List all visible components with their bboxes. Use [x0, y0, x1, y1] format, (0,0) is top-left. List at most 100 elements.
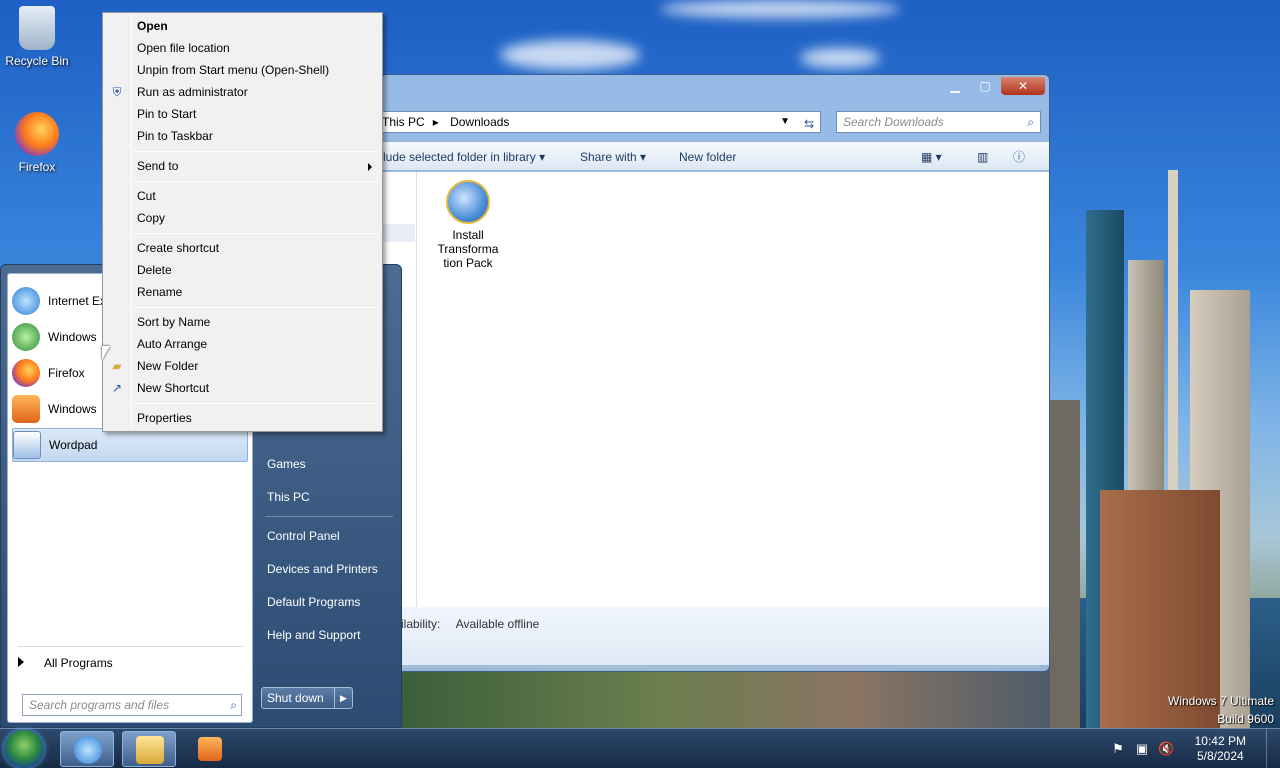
- minimize-button[interactable]: ▁: [941, 77, 969, 95]
- start-link-help-and-support[interactable]: Help and Support: [267, 628, 360, 642]
- desktop-icon-label: Firefox: [18, 160, 56, 174]
- maximize-button[interactable]: ▢: [971, 77, 999, 95]
- command-bar: lude selected folder in library ▾ Share …: [381, 141, 1049, 171]
- network-icon[interactable]: ▣: [1134, 741, 1150, 757]
- menu-separator: [133, 403, 379, 404]
- menu-item-open-file-location[interactable]: Open file location: [137, 41, 230, 55]
- start-button[interactable]: [4, 730, 44, 768]
- file-install-transformation-pack[interactable]: Install Transforma tion Pack: [433, 180, 503, 270]
- divider: [18, 646, 244, 647]
- file-list[interactable]: Install Transforma tion Pack: [381, 172, 1049, 607]
- watermark-edition: Windows 7 Ultimate: [1167, 694, 1274, 708]
- menu-item-unpin-from-start[interactable]: Unpin from Start menu (Open-Shell): [137, 63, 329, 77]
- folder-icon: [136, 736, 164, 764]
- menu-separator: [133, 233, 379, 234]
- menu-item-delete[interactable]: Delete: [137, 263, 172, 277]
- watermark-build: Build 9600: [1217, 712, 1274, 726]
- menu-item-properties[interactable]: Properties: [137, 411, 192, 425]
- start-search-input[interactable]: Search programs and files ⌕: [22, 694, 242, 716]
- shutdown-button[interactable]: Shut down ▶: [261, 687, 353, 709]
- start-item-label: Firefox: [48, 366, 85, 380]
- start-link-games[interactable]: Games: [267, 457, 306, 471]
- taskbar-internet-explorer[interactable]: [60, 731, 114, 767]
- setup-disc-icon: [446, 180, 490, 224]
- availability-value: Available offline: [455, 617, 540, 631]
- start-item-label: Wordpad: [49, 438, 98, 452]
- search-input[interactable]: Search Downloads ⌕: [836, 111, 1041, 133]
- menu-item-auto-arrange[interactable]: Auto Arrange: [137, 337, 207, 351]
- action-center-flag-icon[interactable]: ⚑: [1110, 741, 1126, 757]
- preview-pane-icon[interactable]: ▥: [977, 142, 988, 172]
- view-options-icon[interactable]: ▦ ▾: [921, 142, 942, 172]
- desktop-icon-firefox[interactable]: Firefox: [0, 112, 74, 174]
- details-pane: ilability: Available offline: [381, 607, 1049, 665]
- shutdown-options-arrow-icon[interactable]: ▶: [334, 688, 352, 708]
- building: [1050, 400, 1080, 730]
- wordpad-icon: [13, 431, 41, 459]
- internet-explorer-icon: [12, 287, 40, 315]
- menu-item-pin-to-start[interactable]: Pin to Start: [137, 107, 196, 121]
- start-link-this-pc[interactable]: This PC: [267, 490, 310, 504]
- context-menu: Open Open file location Unpin from Start…: [102, 12, 383, 432]
- breadcrumb-downloads[interactable]: Downloads: [450, 115, 509, 129]
- windows-media-player-icon: [12, 395, 40, 423]
- start-item-label: Internet Ex: [48, 294, 107, 308]
- recycle-bin-icon: [19, 6, 55, 50]
- start-link-default-programs[interactable]: Default Programs: [267, 595, 360, 609]
- menu-item-sort-by-name[interactable]: Sort by Name: [137, 315, 210, 329]
- menu-item-rename[interactable]: Rename: [137, 285, 182, 299]
- start-item-wordpad[interactable]: Wordpad: [12, 428, 248, 462]
- mouse-cursor: [102, 346, 110, 360]
- explorer-window[interactable]: ▁ ▢ ✕ This PC ▸ Downloads ▼ ⇆ Search Down…: [380, 74, 1050, 672]
- include-in-library-button[interactable]: lude selected folder in library ▾: [383, 142, 545, 172]
- menu-item-run-as-administrator[interactable]: Run as administrator: [137, 85, 248, 99]
- taskbar-file-explorer[interactable]: [122, 731, 176, 767]
- search-placeholder: Search Downloads: [843, 115, 944, 129]
- menu-item-new-shortcut[interactable]: New Shortcut: [137, 381, 209, 395]
- window-controls: ▁ ▢ ✕: [939, 77, 1045, 95]
- refresh-icon[interactable]: ⇆: [804, 114, 822, 131]
- cloud: [660, 0, 900, 18]
- start-search-placeholder: Search programs and files: [29, 698, 170, 712]
- all-programs-button[interactable]: All Programs: [18, 656, 113, 670]
- menu-icon-gutter: [131, 15, 132, 429]
- clock[interactable]: 10:42 PM 5/8/2024: [1195, 734, 1246, 764]
- menu-item-new-folder[interactable]: New Folder: [137, 359, 198, 373]
- city-skyline: [1040, 170, 1280, 730]
- show-desktop-button[interactable]: [1266, 729, 1280, 768]
- availability-label: ilability:: [401, 617, 441, 631]
- menu-item-cut[interactable]: Cut: [137, 189, 156, 203]
- include-in-library-label: lude selected folder in library: [383, 150, 536, 164]
- menu-item-open[interactable]: Open: [137, 19, 168, 33]
- share-with-label: Share with: [580, 150, 637, 164]
- start-link-control-panel[interactable]: Control Panel: [267, 529, 340, 543]
- start-link-devices-and-printers[interactable]: Devices and Printers: [267, 562, 378, 576]
- desktop-icon-recycle-bin[interactable]: Recycle Bin: [0, 6, 74, 68]
- address-bar[interactable]: This PC ▸ Downloads ▼ ⇆: [381, 111, 821, 133]
- cloud: [500, 40, 640, 70]
- close-button[interactable]: ✕: [1001, 77, 1045, 95]
- expand-arrow-icon: [18, 657, 24, 667]
- help-icon[interactable]: ⓘ: [1013, 142, 1025, 172]
- new-folder-button[interactable]: New folder: [679, 142, 736, 172]
- menu-item-create-shortcut[interactable]: Create shortcut: [137, 241, 219, 255]
- menu-separator: [133, 151, 379, 152]
- start-item-label: Windows: [48, 330, 97, 344]
- folder-icon: ▰: [112, 359, 122, 373]
- menu-item-send-to[interactable]: Send to: [137, 159, 178, 173]
- address-dropdown-icon[interactable]: ▼: [780, 112, 790, 132]
- submenu-arrow-icon: [368, 163, 372, 171]
- taskbar-media-player[interactable]: [184, 731, 238, 767]
- nav-selected-item[interactable]: [381, 224, 415, 242]
- divider: [265, 516, 393, 517]
- firefox-icon: [15, 112, 59, 156]
- breadcrumb-this-pc[interactable]: This PC: [382, 115, 425, 129]
- share-with-button[interactable]: Share with ▾: [580, 142, 646, 172]
- search-icon[interactable]: ⌕: [230, 695, 237, 715]
- volume-muted-icon[interactable]: 🔇: [1158, 741, 1174, 757]
- search-icon[interactable]: ⌕: [1027, 112, 1034, 132]
- menu-item-pin-to-taskbar[interactable]: Pin to Taskbar: [137, 129, 213, 143]
- menu-item-copy[interactable]: Copy: [137, 211, 165, 225]
- internet-explorer-icon: [74, 736, 102, 764]
- media-player-icon: [198, 737, 222, 761]
